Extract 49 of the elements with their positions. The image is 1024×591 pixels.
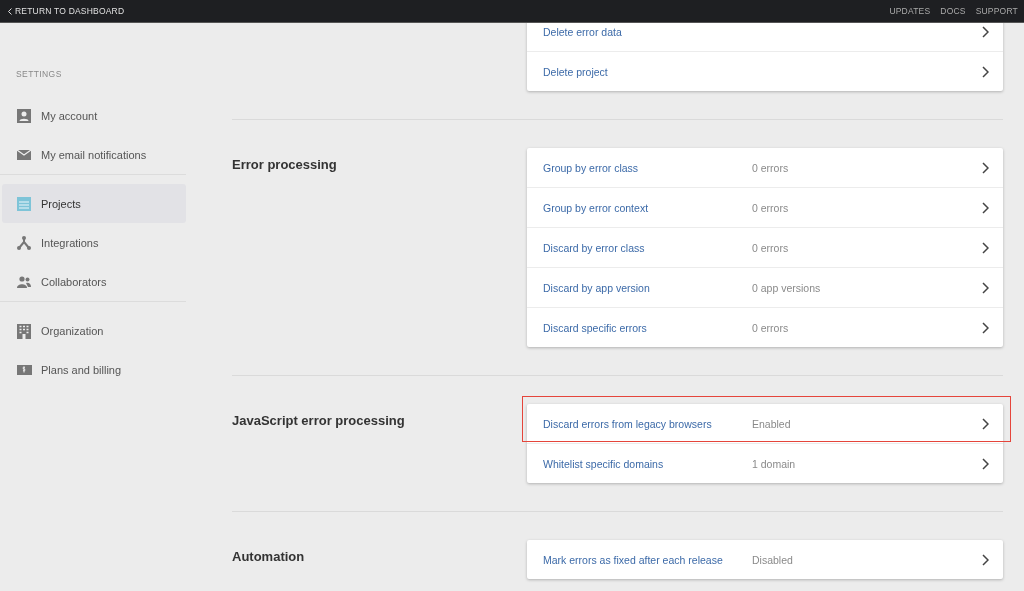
setting-link[interactable]: Whitelist specific domains: [543, 457, 752, 470]
chevron-right-icon: [982, 281, 989, 294]
nav-link[interactable]: UPDATES: [889, 6, 931, 16]
sidebar-item[interactable]: My email notifications: [2, 135, 186, 174]
setting-value: Enabled: [752, 417, 791, 430]
organization-icon: [16, 322, 32, 339]
chevron-right-icon: [982, 417, 989, 430]
section-heading: Error processing: [232, 157, 337, 172]
setting-value: 0 app versions: [752, 281, 821, 294]
nav-link[interactable]: SUPPORT: [975, 6, 1018, 16]
integrations-icon: [16, 234, 32, 251]
chevron-right-icon: [982, 553, 989, 566]
sidebar-item[interactable]: Plans and billing: [2, 350, 186, 389]
return-to-dashboard-link[interactable]: RETURN TO DASHBOARD: [8, 6, 125, 16]
chevron-right-icon: [982, 241, 989, 254]
setting-value: 0 errors: [752, 321, 789, 334]
setting-value: Disabled: [752, 553, 793, 566]
setting-link[interactable]: Delete error data: [543, 25, 752, 38]
sidebar-item[interactable]: Collaborators: [2, 262, 186, 301]
projects-icon: [16, 195, 32, 212]
chevron-left-icon: [8, 7, 12, 15]
setting-link[interactable]: Group by error class: [543, 161, 752, 174]
section-heading: Automation: [232, 549, 305, 564]
setting-value: 0 errors: [752, 201, 789, 214]
setting-value: 0 errors: [752, 241, 789, 254]
chevron-right-icon: [982, 321, 989, 334]
setting-link[interactable]: Discard specific errors: [543, 321, 752, 334]
chevron-right-icon: [982, 201, 989, 214]
section-heading: JavaScript error processing: [232, 413, 405, 428]
section-heading: SETTINGS: [15, 69, 62, 79]
chevron-right-icon: [982, 457, 989, 470]
nav-link[interactable]: DOCS: [940, 6, 966, 16]
setting-link[interactable]: Group by error context: [543, 201, 752, 214]
setting-link[interactable]: Discard by error class: [543, 241, 752, 254]
setting-value: 0 errors: [752, 161, 789, 174]
setting-value: 1 domain: [752, 457, 796, 470]
setting-link[interactable]: Discard by app version: [543, 281, 752, 294]
collaborators-icon: [16, 273, 32, 290]
chevron-right-icon: [982, 65, 989, 78]
setting-link[interactable]: Mark errors as fixed after each release: [543, 553, 752, 566]
sidebar-item[interactable]: Projects: [2, 184, 186, 223]
chevron-right-icon: [982, 161, 989, 174]
setting-link[interactable]: Discard errors from legacy browsers: [543, 417, 752, 430]
sidebar-item[interactable]: Integrations: [2, 223, 186, 262]
chevron-right-icon: [982, 25, 989, 38]
account-icon: [16, 107, 32, 124]
sidebar-item[interactable]: My account: [2, 96, 186, 135]
setting-link[interactable]: Delete project: [543, 65, 752, 78]
sidebar-item[interactable]: Organization: [2, 311, 186, 350]
